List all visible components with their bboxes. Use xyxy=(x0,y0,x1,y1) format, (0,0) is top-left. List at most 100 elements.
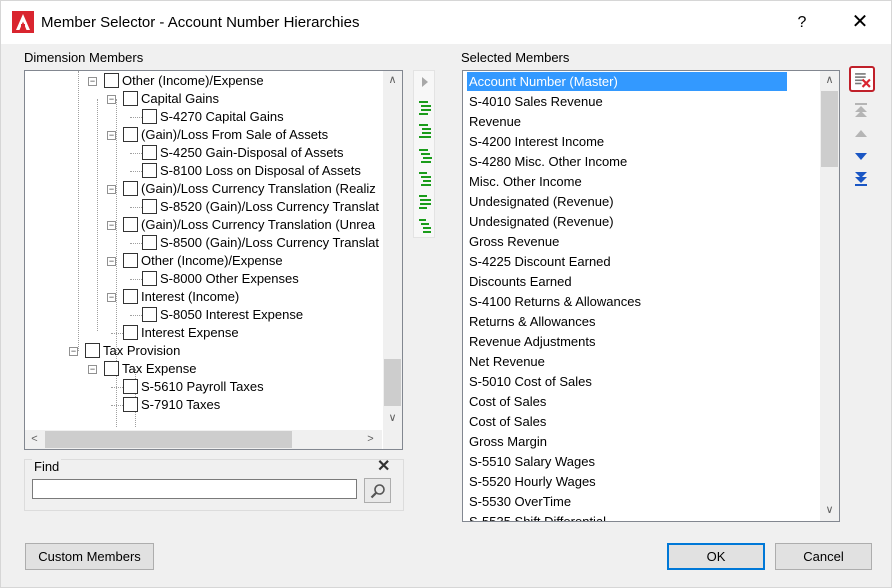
tree-node[interactable]: − Other (Income)/Expense xyxy=(25,252,381,270)
member-checkbox[interactable] xyxy=(142,199,157,214)
selected-member-item[interactable]: S-4010 Sales Revenue xyxy=(467,92,605,111)
collapse-icon[interactable]: − xyxy=(107,293,116,302)
cancel-button[interactable]: Cancel xyxy=(775,543,872,570)
select-member-icon[interactable] xyxy=(417,99,433,115)
selected-member-item[interactable]: Undesignated (Revenue) xyxy=(467,192,616,211)
selected-member-item[interactable]: Undesignated (Revenue) xyxy=(467,212,616,231)
tree-node[interactable]: S-5610 Payroll Taxes xyxy=(25,378,381,396)
collapse-icon[interactable]: − xyxy=(107,257,116,266)
member-checkbox[interactable] xyxy=(123,397,138,412)
member-checkbox[interactable] xyxy=(104,73,119,88)
selected-member-item[interactable]: S-4200 Interest Income xyxy=(467,132,606,151)
selected-member-item[interactable]: S-5535 Shift Differential xyxy=(467,512,608,521)
tree-node[interactable]: − (Gain)/Loss From Sale of Assets xyxy=(25,126,381,144)
tree-node[interactable]: S-8100 Loss on Disposal of Assets xyxy=(25,162,381,180)
selected-member-item[interactable]: Net Revenue xyxy=(467,352,547,371)
scroll-up-icon[interactable]: ∧ xyxy=(820,71,839,89)
select-siblings-icon[interactable] xyxy=(417,193,433,209)
remove-button[interactable] xyxy=(849,66,875,92)
scroll-down-icon[interactable]: ∨ xyxy=(383,409,402,427)
selected-member-item[interactable]: S-5530 OverTime xyxy=(467,492,573,511)
find-close-icon[interactable]: ✕ xyxy=(377,456,390,476)
selected-member-item[interactable]: Cost of Sales xyxy=(467,392,548,411)
ok-button[interactable]: OK xyxy=(667,543,765,570)
tree-node[interactable]: S-4270 Capital Gains xyxy=(25,108,381,126)
member-checkbox[interactable] xyxy=(85,343,100,358)
selected-member-item[interactable]: S-5520 Hourly Wages xyxy=(467,472,598,491)
list-vscroll-thumb[interactable] xyxy=(821,91,838,167)
tree-node[interactable]: S-8050 Interest Expense xyxy=(25,306,381,324)
selected-member-item[interactable]: Discounts Earned xyxy=(467,272,574,291)
selected-member-item[interactable]: Revenue xyxy=(467,112,523,131)
help-button[interactable]: ? xyxy=(787,9,817,37)
selected-member-item[interactable]: S-4280 Misc. Other Income xyxy=(467,152,629,171)
selected-member-item[interactable]: S-5010 Cost of Sales xyxy=(467,372,594,391)
list-vertical-scrollbar[interactable]: ∧ ∨ xyxy=(820,71,839,521)
select-children-icon[interactable] xyxy=(417,122,433,138)
move-bottom-icon[interactable] xyxy=(853,171,869,187)
tree-node[interactable]: S-8520 (Gain)/Loss Currency Translat xyxy=(25,198,381,216)
selected-members-list[interactable]: Account Number (Master) S-4010 Sales Reve… xyxy=(462,70,840,522)
select-all-icon[interactable] xyxy=(417,217,433,233)
tree-node[interactable]: Interest Expense xyxy=(25,324,381,342)
collapse-icon[interactable]: − xyxy=(107,95,116,104)
tree-node[interactable]: S-4250 Gain-Disposal of Assets xyxy=(25,144,381,162)
selected-member-item[interactable]: S-4225 Discount Earned xyxy=(467,252,613,271)
tree-node[interactable]: − Tax Provision xyxy=(25,342,381,360)
member-checkbox[interactable] xyxy=(123,289,138,304)
member-checkbox[interactable] xyxy=(142,163,157,178)
selected-member-item[interactable]: Account Number (Master) xyxy=(467,72,787,91)
tree-node[interactable]: S-8000 Other Expenses xyxy=(25,270,381,288)
tree-node[interactable]: − Other (Income)/Expense xyxy=(25,72,381,90)
selected-member-item[interactable]: Misc. Other Income xyxy=(467,172,584,191)
member-checkbox[interactable] xyxy=(123,253,138,268)
selected-member-item[interactable]: S-4100 Returns & Allowances xyxy=(467,292,643,311)
member-checkbox[interactable] xyxy=(104,361,119,376)
tree-node[interactable]: − (Gain)/Loss Currency Translation (Unrea xyxy=(25,216,381,234)
selected-member-item[interactable]: S-5510 Salary Wages xyxy=(467,452,597,471)
select-level-icon[interactable] xyxy=(417,170,433,186)
move-top-icon[interactable] xyxy=(853,102,869,118)
selected-member-item[interactable]: Returns & Allowances xyxy=(467,312,597,331)
tree-hscroll-thumb[interactable] xyxy=(45,431,292,448)
member-checkbox[interactable] xyxy=(142,235,157,250)
tree-vscroll-thumb[interactable] xyxy=(384,359,401,406)
member-checkbox[interactable] xyxy=(123,379,138,394)
tree-node[interactable]: − Interest (Income) xyxy=(25,288,381,306)
member-checkbox[interactable] xyxy=(123,91,138,106)
arrow-right-icon[interactable] xyxy=(417,74,433,90)
dimension-members-tree[interactable]: − Other (Income)/Expense − Capital Gains S-4… xyxy=(24,70,403,450)
tree-node[interactable]: S-7910 Taxes xyxy=(25,396,381,414)
selected-member-item[interactable]: Revenue Adjustments xyxy=(467,332,597,351)
member-checkbox[interactable] xyxy=(123,217,138,232)
tree-node[interactable]: S-8500 (Gain)/Loss Currency Translat xyxy=(25,234,381,252)
selected-member-item[interactable]: Cost of Sales xyxy=(467,412,548,431)
move-up-icon[interactable] xyxy=(853,126,869,142)
collapse-icon[interactable]: − xyxy=(107,221,116,230)
scroll-up-icon[interactable]: ∧ xyxy=(383,71,402,89)
move-down-icon[interactable] xyxy=(853,148,869,164)
tree-node[interactable]: − Tax Expense xyxy=(25,360,381,378)
custom-members-button[interactable]: Custom Members xyxy=(25,543,154,570)
member-checkbox[interactable] xyxy=(123,181,138,196)
collapse-icon[interactable]: − xyxy=(107,185,116,194)
tree-horizontal-scrollbar[interactable]: < > xyxy=(25,430,382,449)
member-checkbox[interactable] xyxy=(142,307,157,322)
find-input[interactable] xyxy=(32,479,357,499)
scroll-down-icon[interactable]: ∨ xyxy=(820,501,839,519)
collapse-icon[interactable]: − xyxy=(107,131,116,140)
collapse-icon[interactable]: − xyxy=(69,347,78,356)
scroll-left-icon[interactable]: < xyxy=(25,430,44,448)
find-button[interactable] xyxy=(364,478,391,503)
member-checkbox[interactable] xyxy=(142,271,157,286)
scroll-right-icon[interactable]: > xyxy=(361,430,380,448)
selected-member-item[interactable]: Gross Margin xyxy=(467,432,549,451)
close-button[interactable]: ✕ xyxy=(843,9,877,37)
collapse-icon[interactable]: − xyxy=(88,77,97,86)
tree-node[interactable]: − (Gain)/Loss Currency Translation (Reali… xyxy=(25,180,381,198)
member-checkbox[interactable] xyxy=(123,127,138,142)
select-descendants-icon[interactable] xyxy=(417,147,433,163)
tree-node[interactable]: − Capital Gains xyxy=(25,90,381,108)
selected-member-item[interactable]: Gross Revenue xyxy=(467,232,561,251)
member-checkbox[interactable] xyxy=(123,325,138,340)
